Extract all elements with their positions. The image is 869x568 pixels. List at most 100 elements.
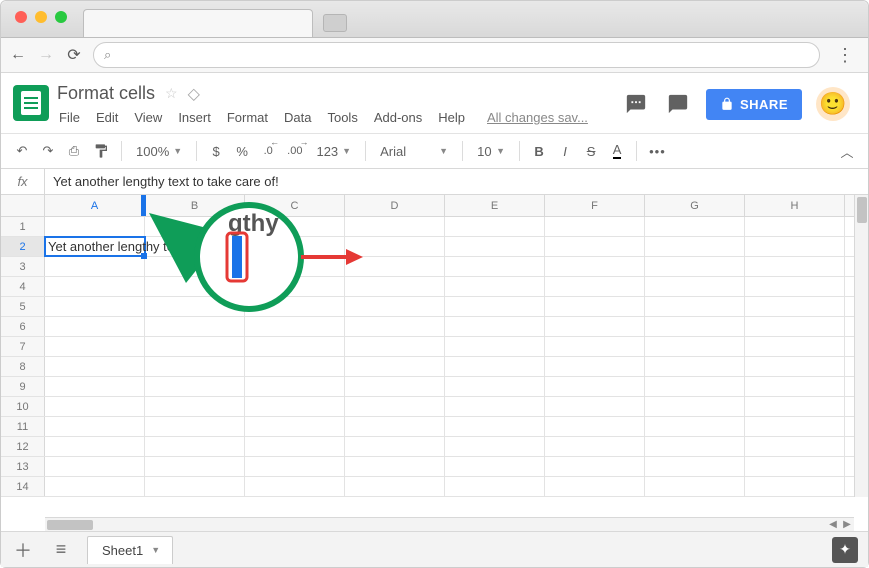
cell[interactable] [45,377,145,396]
font-size-dropdown[interactable]: 10▼ [471,138,511,164]
cell[interactable] [545,337,645,356]
cell[interactable] [645,477,745,496]
cell[interactable] [545,257,645,276]
select-all-corner[interactable] [1,195,45,216]
cell[interactable] [145,477,245,496]
cell[interactable] [45,297,145,316]
cell[interactable] [345,417,445,436]
cell[interactable] [645,337,745,356]
close-window-icon[interactable] [15,11,27,23]
cell[interactable] [245,417,345,436]
cell[interactable] [45,417,145,436]
row-header[interactable]: 8 [1,357,45,376]
row-header[interactable]: 12 [1,437,45,456]
account-avatar[interactable]: 🙂 [816,87,850,121]
cell[interactable] [645,277,745,296]
cell[interactable] [745,377,845,396]
cell[interactable] [45,457,145,476]
row-header[interactable]: 3 [1,257,45,276]
bold-button[interactable]: B [528,138,550,164]
save-status[interactable]: All changes sav... [487,110,588,125]
cell[interactable] [745,337,845,356]
sheet-tab[interactable]: Sheet1 ▼ [87,536,173,564]
cell[interactable] [545,377,645,396]
cell[interactable] [345,377,445,396]
row-header[interactable]: 9 [1,377,45,396]
cell[interactable] [445,477,545,496]
cell[interactable] [545,237,645,256]
minimize-window-icon[interactable] [35,11,47,23]
cell[interactable] [545,477,645,496]
cell[interactable] [145,377,245,396]
cell[interactable] [445,417,545,436]
menu-help[interactable]: Help [438,110,465,125]
cell[interactable] [645,317,745,336]
text-color-button[interactable]: A [606,138,628,164]
address-bar[interactable]: ⌕ [93,42,820,68]
cell[interactable] [345,437,445,456]
more-button[interactable]: ••• [645,138,670,164]
cell[interactable] [545,317,645,336]
cell[interactable] [345,337,445,356]
cell[interactable] [745,397,845,416]
paint-format-button[interactable] [89,138,113,164]
cell[interactable] [445,357,545,376]
cell[interactable] [745,417,845,436]
cell[interactable] [645,297,745,316]
cell[interactable] [545,417,645,436]
cell[interactable] [645,457,745,476]
cell[interactable] [245,217,345,236]
cell[interactable] [345,457,445,476]
undo-button[interactable]: ↶ [11,138,33,164]
reload-icon[interactable]: ⟳ [65,46,83,64]
row-header[interactable]: 13 [1,457,45,476]
cell[interactable] [245,297,345,316]
share-button[interactable]: SHARE [706,89,802,120]
cell[interactable] [45,397,145,416]
explore-button[interactable]: ✦ [832,537,858,563]
cell[interactable] [645,437,745,456]
cell[interactable] [545,357,645,376]
cell[interactable] [345,277,445,296]
cell[interactable] [545,297,645,316]
menu-edit[interactable]: Edit [96,110,118,125]
cell[interactable] [145,417,245,436]
vertical-scrollbar[interactable] [854,195,868,497]
cell[interactable] [745,437,845,456]
cell[interactable] [145,457,245,476]
row-header[interactable]: 11 [1,417,45,436]
browser-menu-icon[interactable]: ⋮ [830,45,860,66]
row-header[interactable]: 6 [1,317,45,336]
all-sheets-button[interactable]: ≡ [49,539,73,560]
cell[interactable] [445,257,545,276]
column-header-a[interactable]: A [45,195,145,216]
formula-input[interactable]: Yet another lengthy text to take care of… [45,174,868,189]
zoom-dropdown[interactable]: 100%▼ [130,138,188,164]
cell[interactable] [145,357,245,376]
column-header-h[interactable]: H [745,195,845,216]
cell[interactable] [145,257,245,276]
row-header[interactable]: 1 [1,217,45,236]
cell[interactable] [445,317,545,336]
cell[interactable] [245,377,345,396]
column-header-g[interactable]: G [645,195,745,216]
cell[interactable] [345,397,445,416]
menu-data[interactable]: Data [284,110,311,125]
cell[interactable] [245,337,345,356]
cell[interactable] [145,217,245,236]
cell[interactable] [245,317,345,336]
document-title[interactable]: Format cells [57,83,155,104]
cell[interactable] [245,437,345,456]
cell[interactable] [645,357,745,376]
increase-decimal-button[interactable]: .00→ [283,138,306,164]
cell[interactable] [745,217,845,236]
menu-view[interactable]: View [134,110,162,125]
menu-insert[interactable]: Insert [178,110,211,125]
cell[interactable] [245,457,345,476]
cell[interactable] [645,237,745,256]
cell[interactable] [45,477,145,496]
cell[interactable] [545,277,645,296]
menu-format[interactable]: Format [227,110,268,125]
row-header[interactable]: 4 [1,277,45,296]
column-header-d[interactable]: D [345,195,445,216]
